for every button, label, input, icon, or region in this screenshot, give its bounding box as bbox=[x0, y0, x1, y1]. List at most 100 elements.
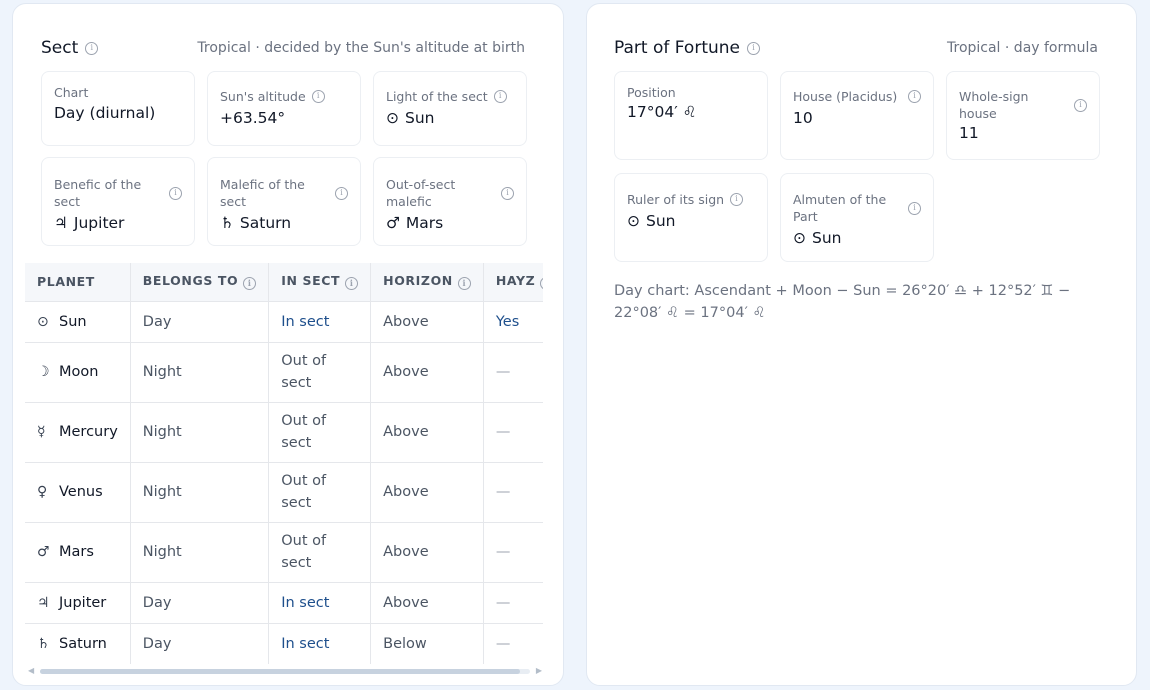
saturn-icon: ♄ bbox=[220, 214, 234, 232]
card-label: Sun's altitude bbox=[220, 89, 306, 104]
hayz-cell: — bbox=[483, 522, 543, 583]
scroll-thumb[interactable] bbox=[40, 669, 520, 674]
card-value: Mars bbox=[405, 214, 444, 232]
planet-cell: ☽ Moon bbox=[25, 342, 131, 403]
in-sect-cell: Out of sect bbox=[268, 462, 372, 523]
belongs-cell: Day bbox=[130, 301, 270, 343]
card-value: Sun bbox=[646, 212, 676, 230]
info-icon[interactable]: i bbox=[335, 186, 348, 200]
info-icon[interactable]: i bbox=[747, 41, 760, 55]
card-value: Day (diurnal) bbox=[54, 104, 156, 122]
card-label: Ruler of its sign bbox=[627, 192, 725, 207]
hayz-cell: Yes bbox=[483, 301, 543, 343]
card-label: Benefic of the sect bbox=[54, 177, 142, 209]
table-row: ♀ Venus Night Out of sect Above — bbox=[25, 462, 543, 523]
column-header-horizon: HORIZON i bbox=[370, 263, 484, 302]
card-label: Almuten of the Part bbox=[793, 192, 887, 224]
part-of-fortune-panel: Part of Fortune i Tropical · day formula… bbox=[586, 3, 1137, 686]
table-row: ☿ Mercury Night Out of sect Above — bbox=[25, 402, 543, 463]
column-header-belongs-to: BELONGS TO i bbox=[130, 263, 270, 302]
info-icon[interactable]: i bbox=[243, 277, 257, 291]
card-value: Sun bbox=[405, 109, 435, 127]
sect-title: Sect bbox=[41, 38, 79, 58]
scroll-right-icon[interactable]: ▶ bbox=[536, 666, 542, 676]
sun-icon: ⊙ bbox=[793, 229, 806, 247]
planet-cell: ☿ Mercury bbox=[25, 402, 131, 463]
card-value: 17°04′ ♌ bbox=[627, 103, 697, 121]
horizon-cell: Above bbox=[370, 462, 484, 523]
horizon-cell: Above bbox=[370, 342, 484, 403]
card-malefic-of-sect: Malefic of the sect i ♄ Saturn bbox=[207, 157, 361, 246]
hayz-cell: — bbox=[483, 402, 543, 463]
horizon-cell: Below bbox=[370, 623, 484, 664]
sun-icon: ⊙ bbox=[627, 212, 640, 230]
hayz-cell: — bbox=[483, 623, 543, 664]
sect-header: Sect i Tropical · decided by the Sun's a… bbox=[41, 38, 525, 58]
info-icon[interactable]: i bbox=[493, 90, 507, 103]
sun-icon: ⊙ bbox=[37, 313, 49, 330]
card-light-of-sect: Light of the sect i ⊙ Sun bbox=[373, 71, 527, 146]
card-label: House (Placidus) bbox=[793, 89, 898, 104]
mars-icon: ♂ bbox=[386, 214, 400, 232]
sect-panel: Sect i Tropical · decided by the Sun's a… bbox=[12, 3, 564, 686]
saturn-icon: ♄ bbox=[37, 635, 50, 652]
scroll-left-icon[interactable]: ◀ bbox=[28, 666, 34, 676]
in-sect-cell: Out of sect bbox=[268, 342, 372, 403]
moon-icon: ☽ bbox=[37, 364, 50, 380]
card-value: Saturn bbox=[239, 214, 292, 232]
pof-header: Part of Fortune i Tropical · day formula bbox=[614, 38, 1098, 58]
card-whole-sign-house: Whole-sign house i 11 bbox=[946, 71, 1100, 160]
belongs-cell: Night bbox=[130, 522, 270, 583]
card-label: Chart bbox=[54, 85, 89, 100]
in-sect-cell: Out of sect bbox=[268, 522, 372, 583]
info-icon[interactable]: i bbox=[85, 41, 99, 55]
card-label: Position bbox=[627, 85, 676, 100]
pof-title: Part of Fortune bbox=[614, 38, 740, 58]
belongs-cell: Day bbox=[130, 623, 270, 664]
horizon-cell: Above bbox=[370, 582, 484, 624]
info-icon[interactable]: i bbox=[1074, 98, 1087, 112]
column-header-in-sect: IN SECT i bbox=[268, 263, 372, 302]
info-icon[interactable]: i bbox=[345, 277, 359, 291]
info-icon[interactable]: i bbox=[169, 186, 182, 200]
card-value: +63.54° bbox=[220, 109, 286, 127]
jupiter-icon: ♃ bbox=[37, 594, 50, 611]
info-icon[interactable]: i bbox=[908, 90, 921, 103]
belongs-cell: Night bbox=[130, 402, 270, 463]
sect-table: PLANET BELONGS TO i IN SECT i HORIZON i HAY… bbox=[25, 263, 543, 664]
info-icon[interactable]: i bbox=[730, 193, 744, 206]
horizon-cell: Above bbox=[370, 402, 484, 463]
card-value: 11 bbox=[959, 124, 979, 142]
planet-cell: ♄ Saturn bbox=[25, 623, 131, 664]
table-row: ♃ Jupiter Day In sect Above — bbox=[25, 582, 543, 624]
planet-cell: ⊙ Sun bbox=[25, 301, 131, 343]
card-out-of-sect-malefic: Out-of-sect malefic i ♂ Mars bbox=[373, 157, 527, 246]
sect-table-scroll[interactable]: PLANET BELONGS TO i IN SECT i HORIZON i HAY… bbox=[25, 263, 543, 664]
column-header-hayz: HAYZi bbox=[483, 263, 543, 302]
card-label: Out-of-sect malefic bbox=[386, 177, 456, 209]
card-value: 10 bbox=[793, 109, 813, 127]
info-icon[interactable]: i bbox=[311, 90, 325, 103]
planet-cell: ♃ Jupiter bbox=[25, 582, 131, 624]
info-icon[interactable]: i bbox=[908, 201, 921, 215]
card-label: Malefic of the sect bbox=[220, 177, 305, 209]
card-almuten-of-part: Almuten of the Part i ⊙ Sun bbox=[780, 173, 934, 262]
belongs-cell: Night bbox=[130, 462, 270, 523]
planet-cell: ♀ Venus bbox=[25, 462, 131, 523]
hayz-cell: — bbox=[483, 462, 543, 523]
horizontal-scrollbar[interactable]: ◀ ▶ bbox=[28, 666, 542, 676]
venus-icon: ♀ bbox=[37, 484, 48, 500]
card-position: Position 17°04′ ♌ bbox=[614, 71, 768, 160]
card-value: Jupiter bbox=[73, 214, 125, 232]
table-row: ⊙ Sun Day In sect Above Yes bbox=[25, 301, 543, 343]
horizon-cell: Above bbox=[370, 301, 484, 343]
card-sun-altitude: Sun's altitude i +63.54° bbox=[207, 71, 361, 146]
hayz-cell: — bbox=[483, 582, 543, 624]
pof-formula: Day chart: Ascendant + Moon − Sun = 26°2… bbox=[614, 283, 1071, 321]
info-icon[interactable]: i bbox=[501, 186, 514, 200]
card-house-placidus: House (Placidus) i 10 bbox=[780, 71, 934, 160]
info-icon[interactable]: i bbox=[540, 277, 543, 291]
info-icon[interactable]: i bbox=[457, 277, 471, 291]
table-row: ♂ Mars Night Out of sect Above — bbox=[25, 522, 543, 583]
in-sect-cell: Out of sect bbox=[268, 402, 372, 463]
